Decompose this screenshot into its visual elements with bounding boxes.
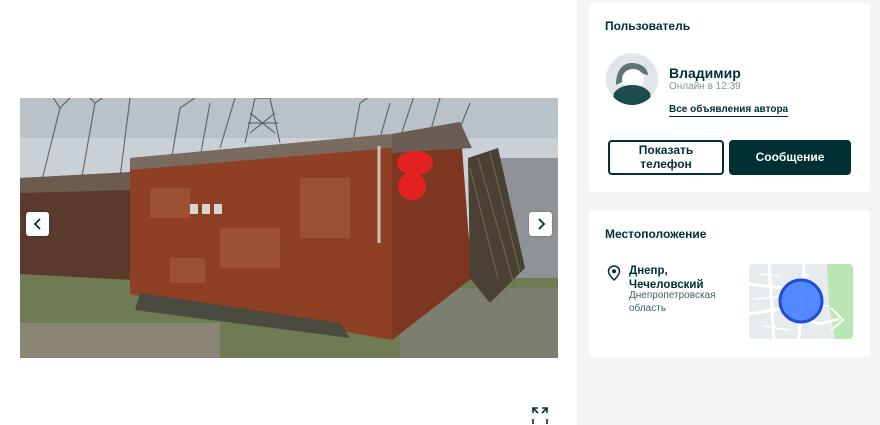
map-icon xyxy=(749,264,853,339)
user-card-title: Пользователь xyxy=(605,19,691,33)
location-pin-icon xyxy=(607,265,621,281)
user-card: Пользователь Владимир Онлайн в 12:39 Все… xyxy=(589,3,870,192)
location-card: Местоположение Днепр, Чечеловский Днепро… xyxy=(589,210,870,357)
prev-photo-button[interactable] xyxy=(26,212,49,236)
location-city: Днепр, Чечеловский xyxy=(629,265,704,291)
message-label: Сообщение xyxy=(755,149,825,164)
location-region: Днепропетровская область xyxy=(629,290,716,314)
location-card-title: Местоположение xyxy=(605,227,707,241)
online-status: Онлайн в 12:39 xyxy=(669,81,741,92)
listing-photo[interactable] xyxy=(20,98,558,358)
expand-icon xyxy=(532,407,548,424)
chevron-left-icon xyxy=(33,218,41,230)
user-name: Владимир xyxy=(669,65,741,81)
all-ads-link[interactable]: Все объявления автора xyxy=(669,104,789,117)
location-map[interactable] xyxy=(749,264,853,339)
user-avatar-icon xyxy=(606,53,658,105)
show-phone-label: Показать телефон xyxy=(638,142,694,171)
photo-gallery xyxy=(0,0,577,425)
avatar[interactable] xyxy=(606,53,658,105)
message-button[interactable]: Сообщение xyxy=(729,140,851,175)
show-phone-button[interactable]: Показать телефон xyxy=(608,140,724,175)
chevron-right-icon xyxy=(537,218,545,230)
next-photo-button[interactable] xyxy=(529,212,552,236)
fullscreen-button[interactable] xyxy=(529,405,551,425)
